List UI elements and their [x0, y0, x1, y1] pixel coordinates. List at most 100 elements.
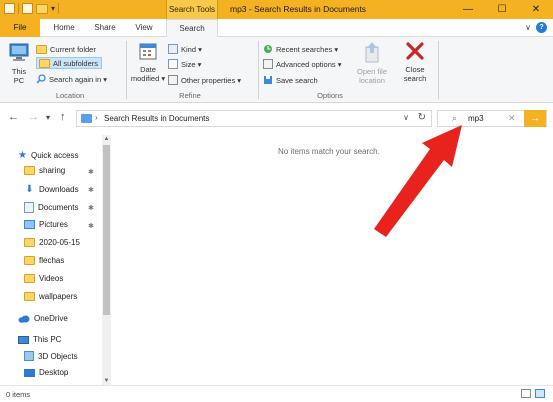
- navigation-scrollbar[interactable]: ▲ ▼: [102, 135, 111, 385]
- ribbon-controls: ∨ ?: [525, 22, 547, 33]
- subfolders-icon: [39, 58, 50, 68]
- advanced-options-icon: [263, 59, 273, 69]
- clear-search-icon[interactable]: ✕: [508, 113, 516, 124]
- group-divider: [126, 41, 127, 99]
- tab-search[interactable]: Search: [166, 19, 218, 38]
- scroll-up-icon[interactable]: ▲: [102, 136, 111, 142]
- item-count: 0 items: [6, 390, 31, 399]
- breadcrumb[interactable]: Search Results in Documents: [104, 114, 209, 123]
- folder-icon: [24, 274, 35, 283]
- status-bar: 0 items: [0, 385, 553, 402]
- tab-view[interactable]: View: [126, 19, 162, 37]
- this-pc-label: This PC: [11, 67, 27, 85]
- search-results-icon: [81, 114, 92, 123]
- navigation-pane: ★ Quick access sharing ✱ ⬇ Downloads ✱ D…: [0, 135, 112, 385]
- sidebar-item-flechas[interactable]: flechas: [24, 256, 64, 265]
- save-search-label: Save search: [276, 75, 318, 85]
- close-search-label: Close search: [403, 65, 427, 83]
- file-list[interactable]: No items match your search.: [112, 135, 553, 385]
- quick-access-dropdown-icon[interactable]: ▾: [51, 4, 55, 13]
- minimize-button[interactable]: —: [451, 0, 485, 19]
- up-button[interactable]: ↑: [60, 111, 66, 123]
- details-view-icon[interactable]: [521, 389, 531, 398]
- close-button[interactable]: ✕: [519, 0, 553, 19]
- sidebar-item-documents[interactable]: Documents: [24, 202, 78, 213]
- pin-icon[interactable]: ✱: [88, 204, 94, 212]
- tab-share[interactable]: Share: [86, 19, 124, 37]
- size-button[interactable]: Size ▾: [168, 58, 201, 70]
- sidebar-item-onedrive[interactable]: OneDrive: [18, 314, 68, 323]
- sidebar-item-2020-05-15[interactable]: 2020-05-15: [24, 238, 80, 247]
- sidebar-item-wallpapers[interactable]: wallpapers: [24, 292, 77, 301]
- sidebar-item-this-pc[interactable]: This PC: [18, 335, 61, 344]
- sidebar-item-quick-access[interactable]: ★ Quick access: [18, 150, 79, 161]
- sidebar-item-downloads[interactable]: ⬇ Downloads: [24, 184, 79, 195]
- folder-icon: [36, 44, 47, 54]
- tab-file[interactable]: File: [0, 19, 40, 37]
- recent-searches-label: Recent searches ▾: [276, 44, 339, 54]
- folder-icon: [24, 256, 35, 265]
- size-icon: [168, 59, 178, 69]
- advanced-options-button[interactable]: Advanced options ▾: [263, 58, 341, 70]
- search-input[interactable]: mp3: [468, 114, 484, 123]
- recent-searches-button[interactable]: Recent searches ▾: [263, 43, 338, 55]
- sidebar-item-label: 3D Objects: [38, 351, 78, 361]
- recent-locations-button[interactable]: ▾: [46, 113, 50, 122]
- search-icon: [36, 74, 46, 84]
- forward-button[interactable]: →: [28, 111, 39, 123]
- ribbon: This PC Current folder All subfolders Se…: [0, 37, 553, 103]
- kind-button[interactable]: Kind ▾: [168, 43, 202, 55]
- options-group-label: Options: [317, 91, 343, 100]
- pin-icon[interactable]: ✱: [88, 168, 94, 176]
- large-icons-view-icon[interactable]: [535, 389, 545, 398]
- address-row: ← → ▾ ↑ › Search Results in Documents ∨ …: [0, 104, 553, 132]
- desktop-icon: [24, 368, 35, 377]
- maximize-button[interactable]: ☐: [485, 0, 519, 19]
- app-icon[interactable]: [4, 3, 15, 14]
- picture-icon: [24, 220, 35, 229]
- current-folder-label: Current folder: [50, 44, 96, 54]
- computer-icon: [18, 335, 29, 344]
- expand-ribbon-icon[interactable]: ∨: [525, 23, 531, 32]
- sidebar-item-label: This PC: [33, 335, 62, 344]
- tab-home[interactable]: Home: [44, 19, 84, 37]
- scrollbar-thumb[interactable]: [103, 145, 110, 315]
- close-icon: [406, 42, 424, 60]
- date-modified-button[interactable]: Date modified ▾: [130, 41, 166, 83]
- date-modified-label: Date modified ▾: [130, 65, 166, 83]
- search-go-button[interactable]: →: [524, 110, 546, 127]
- sidebar-item-label: Downloads: [39, 185, 79, 194]
- sidebar-item-label: Documents: [38, 203, 79, 212]
- save-search-button[interactable]: Save search: [263, 74, 318, 86]
- pin-icon[interactable]: ✱: [88, 222, 94, 230]
- sidebar-item-label: Pictures: [39, 220, 68, 229]
- folder-icon: [24, 166, 35, 175]
- help-icon[interactable]: ?: [536, 22, 547, 33]
- new-folder-icon[interactable]: [36, 3, 48, 14]
- sidebar-item-3d-objects[interactable]: 3D Objects: [24, 351, 78, 361]
- sidebar-item-sharing[interactable]: sharing: [24, 166, 65, 175]
- properties-icon[interactable]: [22, 3, 33, 14]
- other-properties-button[interactable]: Other properties ▾: [168, 74, 241, 86]
- current-folder-button[interactable]: Current folder: [36, 43, 96, 55]
- toolbar-divider: [18, 3, 19, 14]
- cloud-icon: [18, 315, 30, 323]
- scroll-down-icon[interactable]: ▼: [102, 378, 111, 384]
- open-file-location-label: Open file location: [356, 67, 388, 85]
- pin-icon[interactable]: ✱: [88, 186, 94, 194]
- cube-icon: [24, 351, 34, 361]
- breadcrumb-chevron-icon[interactable]: ›: [95, 113, 98, 122]
- search-tools-context-tab: Search Tools: [166, 0, 218, 19]
- open-file-location-button[interactable]: Open file location: [352, 41, 392, 85]
- this-pc-button[interactable]: This PC: [6, 41, 32, 85]
- search-again-in-button[interactable]: Search again in ▾: [36, 73, 107, 85]
- sidebar-item-desktop[interactable]: Desktop: [24, 368, 68, 377]
- sidebar-item-pictures[interactable]: Pictures: [24, 220, 68, 229]
- recent-searches-icon: [264, 45, 272, 53]
- back-button[interactable]: ←: [8, 111, 19, 123]
- ribbon-tabs: File Home Share View Search ∨ ?: [0, 19, 553, 38]
- all-subfolders-button[interactable]: All subfolders: [36, 57, 103, 69]
- close-search-button[interactable]: Close search: [396, 41, 434, 83]
- sidebar-item-videos[interactable]: Videos: [24, 274, 63, 283]
- group-divider: [438, 41, 439, 99]
